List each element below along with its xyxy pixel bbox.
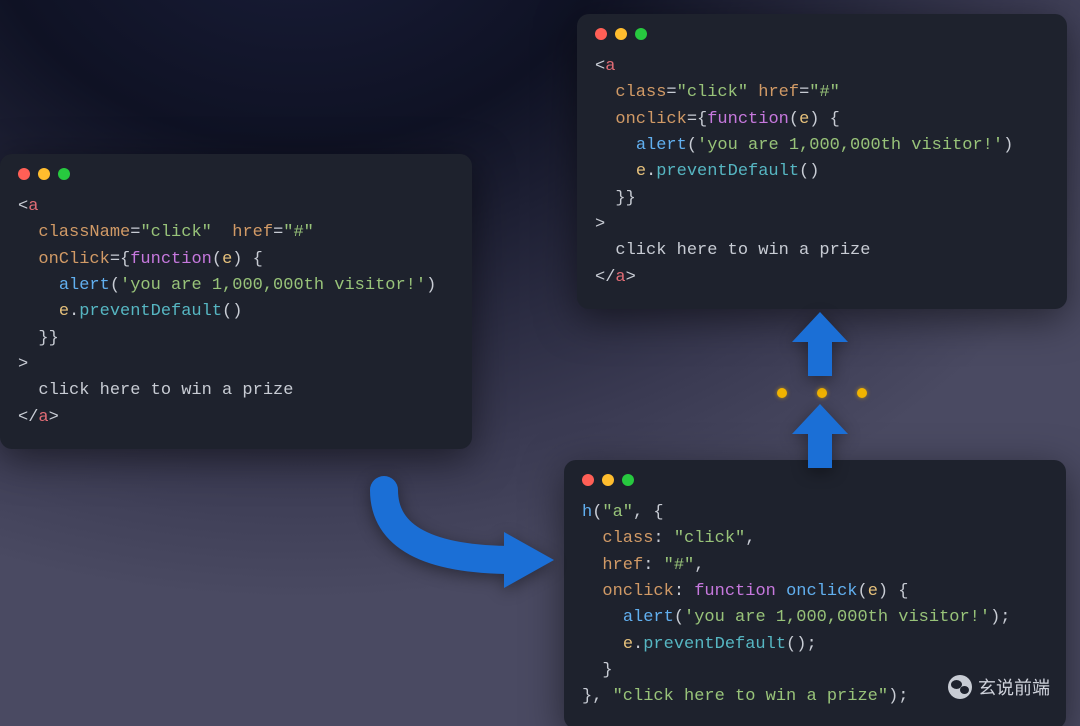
close-icon [582, 474, 594, 486]
dot-icon [817, 388, 827, 398]
window-lights [582, 474, 1048, 486]
code-card-html: <a class="click" href="#" onclick={funct… [577, 14, 1067, 309]
ellipsis-icon [777, 388, 867, 398]
wechat-icon [948, 675, 972, 699]
arrow-curved-icon [354, 460, 574, 590]
wechat-badge: 玄说前端 [948, 674, 1050, 700]
code-block: <a className="click" href="#" onClick={f… [18, 194, 454, 431]
badge-text: 玄说前端 [978, 674, 1050, 700]
minimize-icon [615, 28, 627, 40]
dot-icon [777, 388, 787, 398]
code-card-jsx: <a className="click" href="#" onClick={f… [0, 154, 472, 449]
zoom-icon [58, 168, 70, 180]
dot-icon [857, 388, 867, 398]
close-icon [595, 28, 607, 40]
zoom-icon [622, 474, 634, 486]
arrow-up-icon [790, 404, 850, 468]
arrow-up-icon [790, 312, 850, 376]
window-lights [18, 168, 454, 180]
close-icon [18, 168, 30, 180]
zoom-icon [635, 28, 647, 40]
minimize-icon [602, 474, 614, 486]
code-block: <a class="click" href="#" onclick={funct… [595, 54, 1049, 291]
window-lights [595, 28, 1049, 40]
minimize-icon [38, 168, 50, 180]
